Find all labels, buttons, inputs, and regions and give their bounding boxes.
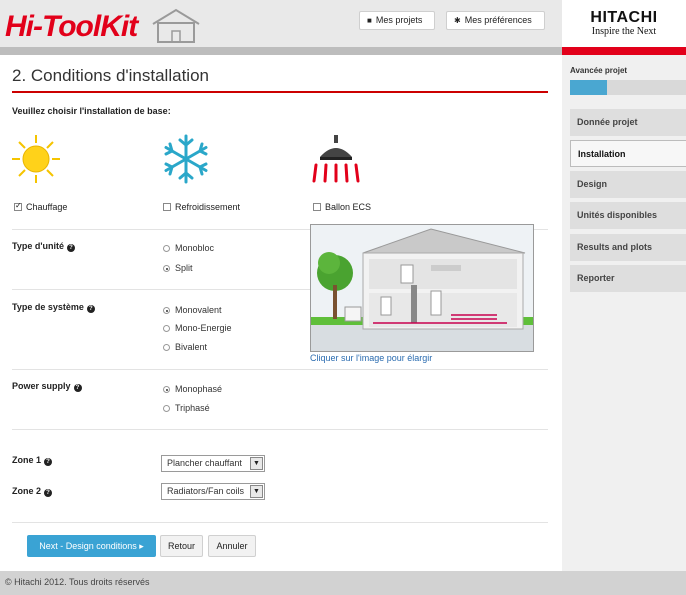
copyright-text: © Hitachi 2012. Tous droits réservés [5,577,150,587]
radio-bivalent-label: Bivalent [175,342,208,352]
radio-monobloc-label: Monobloc [175,243,215,253]
section-divider [12,522,548,523]
zone1-label-text: Zone 1 [12,455,42,465]
sidebar: Avancée projet Donnée projet Installatio… [562,55,686,571]
radio-icon[interactable] [163,325,170,332]
checkbox-icon[interactable] [313,203,321,211]
my-projects-button[interactable]: ■ Mes projets [359,11,435,30]
progress-fill [570,80,608,95]
progress-label: Avancée projet [570,66,628,75]
sidebar-item-available-units[interactable]: Unités disponibles [570,202,686,229]
brand-red-bar [562,47,686,55]
radio-mono-energie-label: Mono-Energie [175,323,232,333]
installation-illustration[interactable] [310,224,534,352]
radio-bivalent[interactable]: Bivalent [163,342,207,352]
radio-triphase-label: Triphasé [175,403,210,413]
enlarge-image-link[interactable]: Cliquer sur l'image pour élargir [310,353,432,363]
help-icon[interactable]: ? [44,489,53,497]
brand-name: HITACHI [590,9,658,26]
section-divider [12,289,310,290]
snowflake-icon[interactable] [160,133,212,185]
instruction-text: Veuillez choisir l'installation de base: [12,106,171,116]
radio-monophase-label: Monophasé [175,384,223,394]
sidebar-item-project-data[interactable]: Donnée projet [570,109,686,136]
project-progress-bar [570,80,686,95]
brand-block: HITACHI Inspire the Next [562,0,686,47]
help-icon[interactable]: ? [66,244,75,252]
heating-label: Chauffage [26,202,68,212]
app-logo: Hi-ToolKit [5,10,138,43]
page-title: 2. Conditions d'installation [12,66,209,85]
chevron-down-icon[interactable]: ▼ [250,485,263,498]
power-supply-label: Power supply? [12,381,82,392]
system-type-label: Type de système? [12,302,95,313]
house-logo-icon [152,8,200,43]
radio-monovalent[interactable]: Monovalent [163,305,222,315]
folder-icon: ■ [367,16,372,25]
chevron-down-icon[interactable]: ▼ [250,457,263,470]
my-projects-label: Mes projets [375,15,423,25]
cooling-checkbox[interactable]: Refroidissement [163,202,240,212]
heating-checkbox[interactable]: Chauffage [14,201,68,212]
zone1-select[interactable]: Plancher chauffant ▼ [161,455,265,472]
sidebar-item-report[interactable]: Reporter [570,265,686,292]
radio-split-label: Split [175,263,193,273]
brand-tagline: Inspire the Next [591,26,657,37]
cancel-button[interactable]: Annuler [208,535,256,557]
power-supply-label-text: Power supply [12,381,71,391]
help-icon[interactable]: ? [86,305,95,313]
checkbox-icon[interactable] [163,203,171,211]
radio-monophase[interactable]: Monophasé [163,384,222,394]
system-type-label-text: Type de système [12,302,84,312]
my-preferences-label: Mes préférences [464,15,532,25]
page-footer: © Hitachi 2012. Tous droits réservés [0,571,686,595]
radio-split[interactable]: Split [163,263,193,273]
checkbox-checked-icon[interactable] [14,201,22,211]
sidebar-item-design[interactable]: Design [570,171,686,198]
radio-selected-icon[interactable] [163,265,170,272]
header-divider [0,47,562,55]
help-icon[interactable]: ? [73,384,82,392]
radio-selected-icon[interactable] [163,307,170,314]
zone2-label: Zone 2? [12,486,53,497]
sidebar-item-installation[interactable]: Installation [570,140,686,167]
zone2-value: Radiators/Fan coils [167,486,245,496]
zone2-select[interactable]: Radiators/Fan coils ▼ [161,483,265,500]
next-design-conditions-button[interactable]: Next - Design conditions ▸ [27,535,156,557]
zone1-value: Plancher chauffant [167,458,242,468]
help-icon[interactable]: ? [44,458,53,466]
radio-monobloc[interactable]: Monobloc [163,243,214,253]
my-preferences-button[interactable]: ✱ Mes préférences [446,11,545,30]
sidebar-item-results[interactable]: Results and plots [570,234,686,261]
back-button[interactable]: Retour [160,535,203,557]
dhw-tank-label: Ballon ECS [325,202,372,212]
gear-icon: ✱ [454,16,461,25]
radio-icon[interactable] [163,405,170,412]
radio-mono-energie[interactable]: Mono-Energie [163,323,232,333]
shower-icon[interactable] [310,133,362,185]
unit-type-label: Type d'unité? [12,241,75,252]
zone2-label-text: Zone 2 [12,486,42,496]
zone1-label: Zone 1? [12,455,53,466]
house-illustration[interactable] [311,225,534,352]
radio-selected-icon[interactable] [163,386,170,393]
app-header: Hi-ToolKit ■ Mes projets ✱ Mes préférences [0,0,562,47]
section-divider [12,429,548,430]
title-underline [12,91,548,93]
radio-icon[interactable] [163,245,170,252]
sun-icon[interactable] [10,133,62,185]
section-divider [12,369,548,370]
cooling-label: Refroidissement [175,202,241,212]
radio-icon[interactable] [163,344,170,351]
unit-type-label-text: Type d'unité [12,241,64,251]
radio-triphase[interactable]: Triphasé [163,403,210,413]
dhw-tank-checkbox[interactable]: Ballon ECS [313,202,371,212]
radio-monovalent-label: Monovalent [175,305,222,315]
